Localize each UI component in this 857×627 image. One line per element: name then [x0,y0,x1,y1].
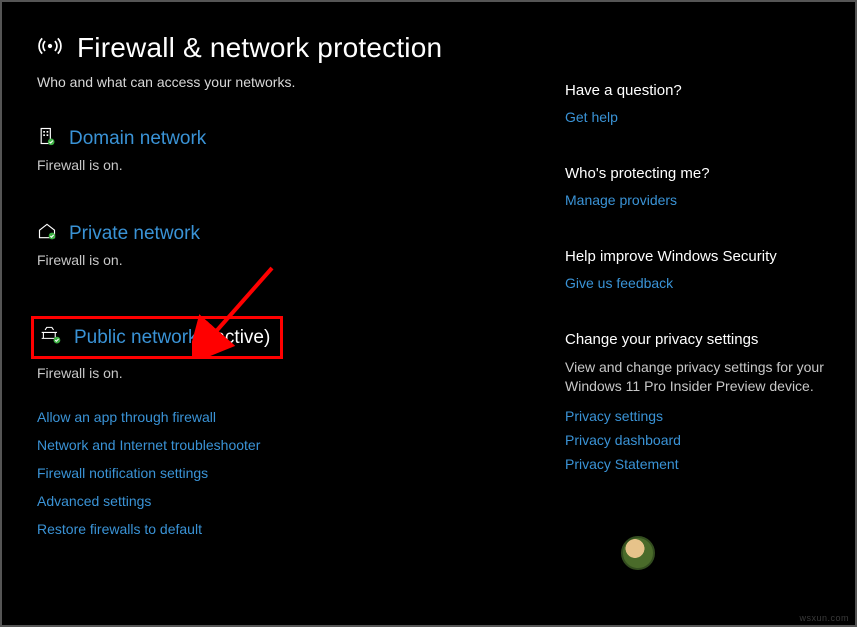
domain-network-status: Firewall is on. [37,157,535,173]
private-network-link[interactable]: Private network [69,223,200,245]
private-network-section: Private network Firewall is on. [37,221,535,268]
building-icon [37,126,57,151]
restore-defaults-link[interactable]: Restore firewalls to default [37,521,535,537]
public-network-status: Firewall is on. [37,365,535,381]
question-title: Have a question? [565,82,825,99]
bench-icon [40,325,62,350]
get-help-link[interactable]: Get help [565,109,825,125]
watermark: wsxun.com [799,613,849,623]
broadcast-icon [37,33,63,64]
feedback-link[interactable]: Give us feedback [565,275,825,291]
private-network-status: Firewall is on. [37,252,535,268]
manage-providers-link[interactable]: Manage providers [565,192,825,208]
action-links-list: Allow an app through firewall Network an… [37,409,535,537]
advanced-settings-link[interactable]: Advanced settings [37,493,535,509]
public-network-link[interactable]: Public network [74,327,198,348]
privacy-body: View and change privacy settings for you… [565,358,825,396]
page-subtitle: Who and what can access your networks. [37,74,535,90]
privacy-settings-link[interactable]: Privacy settings [565,408,825,424]
allow-app-link[interactable]: Allow an app through firewall [37,409,535,425]
privacy-dashboard-link[interactable]: Privacy dashboard [565,432,825,448]
improve-title: Help improve Windows Security [565,248,825,265]
public-network-active-suffix: (active) [208,327,270,348]
improve-section: Help improve Windows Security Give us fe… [565,248,825,291]
notification-settings-link[interactable]: Firewall notification settings [37,465,535,481]
home-icon [37,221,57,246]
privacy-statement-link[interactable]: Privacy Statement [565,456,825,472]
domain-network-link[interactable]: Domain network [69,128,206,150]
question-section: Have a question? Get help [565,82,825,125]
domain-network-section: Domain network Firewall is on. [37,126,535,173]
privacy-title: Change your privacy settings [565,331,825,348]
page-title-row: Firewall & network protection [37,32,535,64]
avatar-overlay-icon [621,536,655,570]
protecting-title: Who's protecting me? [565,165,825,182]
troubleshooter-link[interactable]: Network and Internet troubleshooter [37,437,535,453]
privacy-section: Change your privacy settings View and ch… [565,331,825,472]
protecting-section: Who's protecting me? Manage providers [565,165,825,208]
public-network-section: Public network (active) Firewall is on. [37,316,535,381]
annotation-highlight-box: Public network (active) [31,316,283,359]
page-title: Firewall & network protection [77,32,442,64]
